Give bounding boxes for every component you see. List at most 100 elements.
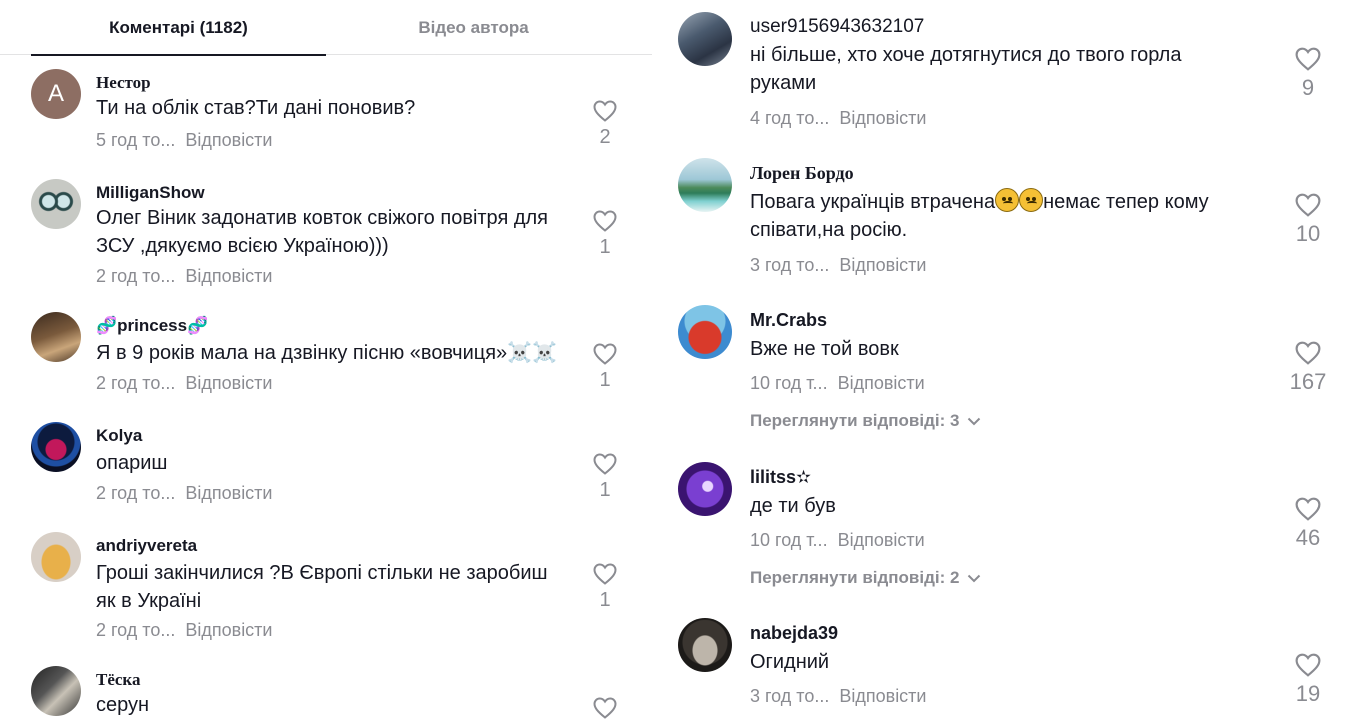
like-count: 9 [1301,75,1315,100]
comment-time: 2 год то... [96,483,176,503]
comment-meta: 2 год то... Відповісти [96,373,273,394]
view-replies-button[interactable]: Переглянути відповіді: 3 [750,411,981,431]
comment-text: Ти на облік став?Ти дані поновив? [96,97,416,119]
view-replies-button[interactable]: Переглянути відповіді: 2 [750,568,981,588]
tab-comments[interactable]: Коментарі (1182) [31,0,326,56]
comment-text: Повага українців втрачена немає тепер ком… [750,188,1290,244]
like-button[interactable]: 19 [1288,653,1328,707]
like-count: 46 [1295,525,1321,550]
heart-icon [593,563,617,585]
comment-meta: 2 год то... Відповісти [96,620,273,641]
comment-username[interactable]: lilitss✫ [750,467,811,488]
avatar[interactable] [678,12,732,66]
like-count: 19 [1295,681,1321,706]
heart-icon [593,100,617,122]
like-button[interactable]: 46 [1288,497,1328,551]
comment-meta: 10 год т... Відповісти [750,373,925,394]
comment-time: 2 год то... [96,620,176,640]
reply-button[interactable]: Відповісти [185,130,272,150]
reply-button[interactable]: Відповісти [838,373,925,393]
comment-username[interactable]: Лорен Бордо [750,163,854,184]
comment-time: 5 год то... [96,130,176,150]
like-count: 10 [1295,221,1321,246]
comment-meta: 3 год то... Відповісти [750,686,927,707]
sad-face-emoji-icon [995,188,1020,212]
comment-time: 3 год то... [750,255,830,275]
comment-username[interactable]: Нестор [96,73,151,93]
avatar[interactable] [678,618,732,672]
like-button[interactable]: 1 [585,453,625,502]
reply-button[interactable]: Відповісти [185,483,272,503]
avatar[interactable] [31,532,81,582]
reply-button[interactable]: Відповісти [185,373,272,393]
like-button[interactable]: 1 [585,343,625,392]
heart-icon [1295,497,1321,521]
comment-text: серун [96,694,150,716]
heart-icon [1295,653,1321,677]
sad-face-emoji-icon [1019,188,1044,212]
avatar-letter: A [47,80,64,107]
heart-icon [593,210,617,232]
like-button[interactable]: 2 [585,100,625,149]
comment-text: Гроші закінчилися ?В Європі стільки не з… [96,562,548,612]
like-count: 1 [599,589,611,611]
like-button[interactable]: 9 [1288,47,1328,101]
heart-icon [1295,47,1321,71]
view-replies-label: Переглянути відповіді: 3 [750,411,960,430]
comment-username[interactable]: MilliganShow [96,183,205,203]
comment-meta: 4 год то... Відповісти [750,108,927,129]
avatar[interactable] [31,312,81,362]
avatar[interactable] [678,462,732,516]
heart-icon [593,697,617,719]
comment-meta: 10 год т... Відповісти [750,530,925,551]
comment-text: де ти був [750,495,836,517]
comment-username[interactable]: Mr.Crabs [750,310,827,331]
comment-text: Я в 9 років мала на дзвінку пісню «вовчи… [96,342,557,364]
comments-panel-right: user9156943632107 ні більше, хто хоче до… [660,0,1358,725]
reply-button[interactable]: Відповісти [839,686,926,706]
like-count: 2 [599,126,611,148]
comment-time: 4 год то... [750,108,830,128]
comments-panel-left: Коментарі (1182) Відео автора A Нестор Т… [0,0,652,725]
comment-meta: 2 год то... Відповісти [96,266,273,287]
heart-icon [1295,193,1321,217]
comment-meta: 3 год то... Відповісти [750,255,927,276]
heart-icon [1295,341,1321,365]
reply-button[interactable]: Відповісти [185,266,272,286]
comment-username[interactable]: Kolya [96,426,142,446]
comment-username[interactable]: user9156943632107 [750,16,924,38]
comment-text: Вже не той вовк [750,338,899,360]
avatar[interactable]: A [31,69,81,119]
avatar[interactable] [31,666,81,716]
reply-button[interactable]: Відповісти [839,108,926,128]
like-button[interactable]: 1 [585,210,625,259]
like-button[interactable]: 10 [1288,193,1328,247]
avatar[interactable] [31,179,81,229]
avatar[interactable] [678,305,732,359]
avatar[interactable] [31,422,81,472]
like-count: 1 [599,236,611,258]
comment-time: 10 год т... [750,373,828,393]
like-count: 1 [599,479,611,501]
comment-username[interactable]: andriyvereta [96,536,197,556]
reply-button[interactable]: Відповісти [838,530,925,550]
comment-text-part: Повага українців втрачена [750,191,996,213]
reply-button[interactable]: Відповісти [839,255,926,275]
comment-time: 10 год т... [750,530,828,550]
comment-username[interactable]: nabejda39 [750,623,838,644]
like-count: 167 [1289,369,1327,394]
comment-text: опариш [96,452,168,474]
like-button[interactable]: 167 [1288,341,1328,395]
comment-username[interactable]: 🧬princess🧬 [96,316,208,336]
comment-time: 2 год то... [96,373,176,393]
heart-icon [593,343,617,365]
like-button[interactable] [585,697,625,719]
tab-author-videos[interactable]: Відео автора [326,0,621,55]
avatar[interactable] [678,158,732,212]
like-button[interactable]: 1 [585,563,625,612]
reply-button[interactable]: Відповісти [185,620,272,640]
comment-username[interactable]: Тёска [96,670,140,690]
comment-meta: 5 год то... Відповісти [96,130,273,151]
like-count: 1 [599,369,611,391]
comment-text: ні більше, хто хоче дотягнутися до твого… [750,44,1182,94]
